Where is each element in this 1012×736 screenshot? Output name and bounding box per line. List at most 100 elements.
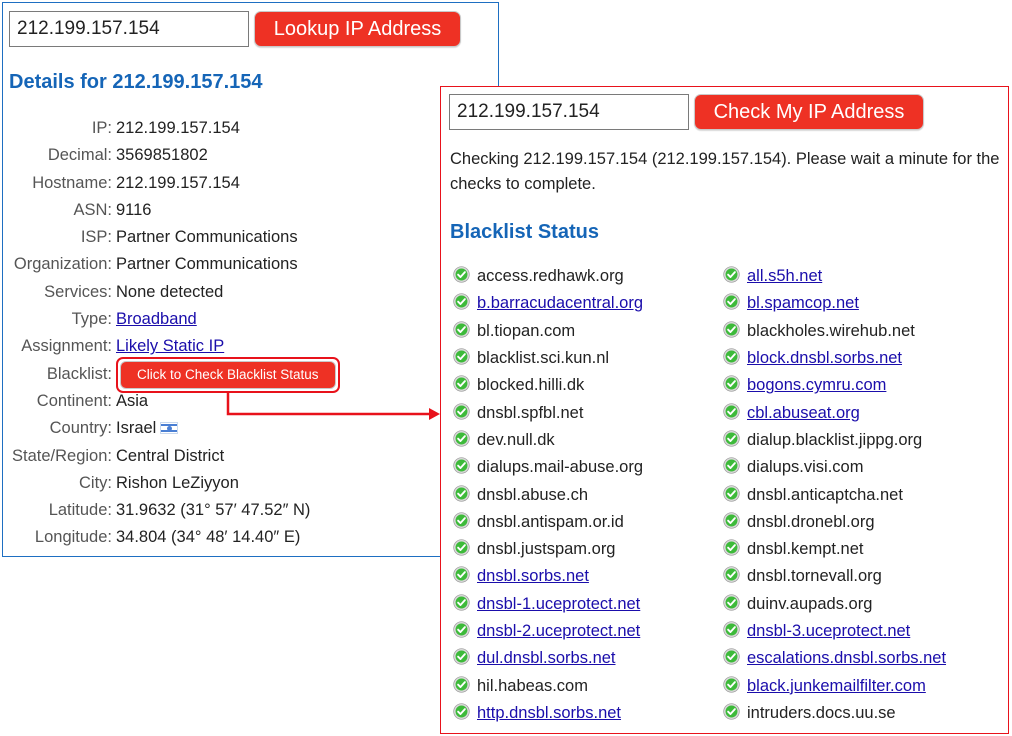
detail-value: 34.804 (34° 48′ 14.40″ E) — [116, 524, 300, 551]
detail-value: None detected — [116, 279, 223, 306]
blacklist-name: dnsbl.abuse.ch — [477, 485, 588, 504]
green-check-circle-icon — [723, 348, 740, 365]
blacklist-check-panel: Check My IP Address Checking 212.199.157… — [440, 86, 1009, 734]
detail-value-text: 34.804 (34° 48′ 14.40″ E) — [116, 528, 301, 547]
detail-label: Type: — [71, 310, 112, 329]
blacklist-item: hil.habeas.com — [453, 672, 723, 699]
green-check-circle-icon — [723, 375, 740, 392]
blacklist-name-link[interactable]: black.junkemailfilter.com — [747, 674, 926, 699]
blacklist-item: dnsbl.abuse.ch — [453, 481, 723, 508]
blacklist-name-link[interactable]: bl.spamcop.net — [747, 291, 859, 316]
blacklist-name-link[interactable]: dnsbl-1.uceprotect.net — [477, 592, 640, 617]
green-check-circle-icon — [723, 484, 740, 502]
detail-label: Blacklist: — [46, 364, 112, 383]
highlight-box: Click to Check Blacklist Status — [116, 356, 340, 393]
green-check-circle-icon — [453, 648, 470, 665]
blacklist-status-heading: Blacklist Status — [450, 221, 599, 243]
detail-row: Type: Broadband — [3, 306, 498, 333]
checking-status-message: Checking 212.199.157.154 (212.199.157.15… — [450, 150, 1000, 193]
blacklist-name-link[interactable]: bogons.cymru.com — [747, 373, 886, 398]
blacklist-item: black.junkemailfilter.com — [723, 672, 993, 699]
green-check-circle-icon — [453, 293, 470, 311]
ip-details-list: IP: 212.199.157.154 Decimal: 3569851802 Host… — [3, 115, 498, 552]
blacklist-name-link[interactable]: escalations.dnsbl.sorbs.net — [747, 646, 946, 671]
detail-row: Blacklist: Click to Check Blacklist Statu… — [3, 356, 498, 393]
details-heading: Details for 212.199.157.154 — [9, 71, 263, 93]
check-blacklist-button[interactable]: Click to Check Blacklist Status — [120, 360, 336, 389]
blacklist-item: dul.dnsbl.sorbs.net — [453, 645, 723, 672]
blacklist-item: duinv.aupads.org — [723, 591, 993, 618]
detail-value: 9116 — [116, 197, 151, 224]
blacklist-name-link[interactable]: dnsbl-3.uceprotect.net — [747, 619, 910, 644]
check-ip-input[interactable] — [449, 94, 689, 130]
detail-row: State/Region: Central District — [3, 443, 498, 470]
israel-flag-icon — [160, 422, 179, 435]
detail-row: ISP: Partner Communications — [3, 224, 498, 251]
blacklist-name-link[interactable]: b.barracudacentral.org — [477, 291, 643, 316]
blacklist-name: hil.habeas.com — [477, 676, 588, 695]
detail-row: Organization: Partner Communications — [3, 251, 498, 278]
green-check-circle-icon — [723, 566, 740, 584]
green-check-circle-icon — [453, 512, 470, 529]
detail-row: Latitude: 31.9632 (31° 57′ 47.52″ N) — [3, 497, 498, 524]
check-my-ip-button[interactable]: Check My IP Address — [694, 94, 924, 130]
blacklist-name-link[interactable]: dul.dnsbl.sorbs.net — [477, 646, 616, 671]
detail-value-text: Central District — [116, 446, 225, 465]
detail-label: Services: — [44, 282, 112, 301]
blacklist-name: dnsbl.antispam.or.id — [477, 512, 624, 531]
green-check-circle-icon — [453, 675, 470, 693]
detail-link[interactable]: Likely Static IP — [116, 337, 224, 355]
detail-label: State/Region: — [12, 446, 112, 465]
blacklist-name: dnsbl.spfbl.net — [477, 403, 584, 422]
detail-label: Longitude: — [34, 528, 112, 547]
blacklist-name: dnsbl.tornevall.org — [747, 567, 882, 586]
blacklist-item: blacklist.sci.kun.nl — [453, 345, 723, 372]
blacklist-name-link[interactable]: dnsbl-2.uceprotect.net — [477, 619, 640, 644]
blacklist-item: b.barracudacentral.org — [453, 290, 723, 317]
blacklist-item: blocked.hilli.dk — [453, 372, 723, 399]
detail-value: Broadband — [116, 306, 197, 333]
detail-label: City: — [79, 473, 112, 492]
detail-label: Latitude: — [48, 501, 112, 520]
blacklist-item: escalations.dnsbl.sorbs.net — [723, 645, 993, 672]
blacklist-name-link[interactable]: cbl.abuseat.org — [747, 401, 860, 426]
blacklist-item: dnsbl-2.uceprotect.net — [453, 618, 723, 645]
blacklist-name-link[interactable]: http.dnsbl.sorbs.net — [477, 701, 621, 726]
detail-value-text: 212.199.157.154 — [116, 119, 240, 137]
green-check-circle-icon — [453, 348, 470, 365]
lookup-ip-button[interactable]: Lookup IP Address — [254, 11, 461, 47]
detail-value: Partner Communications — [116, 224, 298, 251]
blacklist-item: dialups.mail-abuse.org — [453, 454, 723, 481]
blacklist-results: access.redhawk.org b.barracudacentral.org… — [453, 263, 993, 727]
detail-value: Rishon LeZiyyon — [116, 470, 239, 497]
blacklist-item: bl.spamcop.net — [723, 290, 993, 317]
detail-label: IP: — [91, 119, 112, 137]
blacklist-item: dnsbl.kempt.net — [723, 536, 993, 563]
green-check-circle-icon — [723, 430, 740, 447]
green-check-circle-icon — [453, 621, 470, 638]
blacklist-name: blacklist.sci.kun.nl — [477, 349, 610, 368]
detail-link[interactable]: Broadband — [116, 310, 197, 328]
detail-value: Asia — [116, 388, 148, 415]
blacklist-name-link[interactable]: dnsbl.sorbs.net — [477, 564, 589, 589]
detail-row: Services: None detected — [3, 279, 498, 306]
ip-lookup-panel: Lookup IP Address Details for 212.199.15… — [2, 2, 499, 557]
green-check-circle-icon — [453, 457, 470, 474]
green-check-circle-icon — [723, 293, 740, 311]
blacklist-name-link[interactable]: block.dnsbl.sorbs.net — [747, 346, 902, 371]
green-check-circle-icon — [453, 375, 470, 392]
green-check-circle-icon — [723, 402, 740, 420]
blacklist-item: dialups.visi.com — [723, 454, 993, 481]
blacklist-name: blackholes.wirehub.net — [747, 321, 915, 340]
green-check-circle-icon — [723, 675, 740, 693]
detail-value-text: Israel — [116, 419, 157, 438]
blacklist-name: dialups.mail-abuse.org — [477, 458, 644, 477]
green-check-circle-icon — [723, 266, 740, 283]
blacklist-name-link[interactable]: all.s5h.net — [747, 264, 822, 289]
green-check-circle-icon — [723, 539, 740, 556]
green-check-circle-icon — [453, 484, 470, 502]
green-check-circle-icon — [453, 566, 470, 584]
detail-value: Partner Communications — [116, 251, 298, 278]
blacklist-item: block.dnsbl.sorbs.net — [723, 345, 993, 372]
lookup-ip-input[interactable] — [9, 11, 249, 47]
